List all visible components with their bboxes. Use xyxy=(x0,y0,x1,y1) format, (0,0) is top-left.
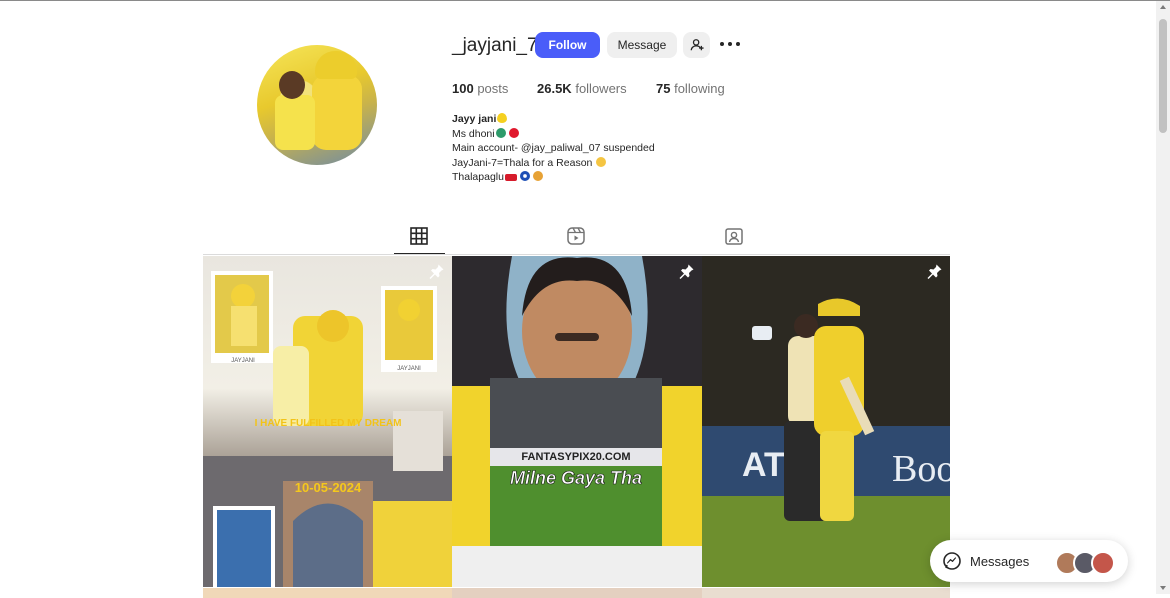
post-tile-6[interactable] xyxy=(702,588,950,598)
tab-reels[interactable] xyxy=(567,227,587,247)
avatar-figure-left xyxy=(275,95,315,150)
profile-avatar[interactable] xyxy=(257,45,377,165)
add-user-icon xyxy=(690,39,704,51)
scroll-up-arrow-icon[interactable] xyxy=(1160,5,1166,9)
post-tile-2[interactable]: FANTASYPIX20.COM Milne Gaya Tha xyxy=(452,256,702,587)
follow-button[interactable]: Follow xyxy=(535,32,600,58)
page-scrollbar[interactable] xyxy=(1156,1,1170,594)
pin-icon xyxy=(679,264,694,279)
active-tab-indicator xyxy=(394,253,445,254)
followers-stat[interactable]: 26.5K followers xyxy=(537,81,627,96)
posts-label: posts xyxy=(477,81,509,96)
globe-icon xyxy=(495,127,506,138)
bio-line-4: Thalapaglu xyxy=(452,171,504,184)
bio-line-3: JayJani-7=Thala for a Reason xyxy=(452,156,593,169)
bio-line-1: Ms dhoni xyxy=(452,127,495,140)
avatar-head xyxy=(279,71,305,99)
post-3-board-text-2: Boo xyxy=(892,448,950,490)
nazar-icon xyxy=(519,171,530,182)
post-3-image: AT Boo xyxy=(702,256,950,587)
red-heart-icon xyxy=(508,127,519,138)
scroll-down-arrow-icon[interactable] xyxy=(1160,586,1166,590)
ticket-icon xyxy=(504,174,517,182)
post-2-image: FANTASYPIX20.COM Milne Gaya Tha xyxy=(452,256,702,546)
pin-icon xyxy=(429,264,444,279)
post-1-tag-right: JAYJANI xyxy=(397,366,421,372)
post-1-overlay-text: I HAVE FULFILLED MY DREAM xyxy=(255,418,402,429)
message-button[interactable]: Message xyxy=(607,32,677,58)
lion-icon xyxy=(532,171,543,182)
tagged-icon xyxy=(725,228,743,245)
avatar-figure-right xyxy=(312,75,362,150)
following-label: following xyxy=(674,81,725,96)
followers-count: 26.5K xyxy=(537,81,572,96)
post-3-board-text: AT xyxy=(742,446,785,484)
post-2-caption: Milne Gaya Tha xyxy=(510,468,642,488)
post-2-board-text: FANTASYPIX20.COM xyxy=(521,451,630,463)
scroll-thumb[interactable] xyxy=(1159,19,1167,133)
post-1-tag-left: JAYJANI xyxy=(231,358,255,364)
messenger-icon xyxy=(943,552,961,570)
messages-button[interactable]: Messages xyxy=(930,540,1128,582)
profile-username: _jayjani_7 xyxy=(452,35,538,56)
posts-stat: 100 posts xyxy=(452,81,508,96)
reels-icon xyxy=(567,227,585,245)
tab-tagged[interactable] xyxy=(725,227,745,247)
tab-posts[interactable] xyxy=(410,227,430,247)
tabs-divider xyxy=(203,254,950,255)
grid-icon xyxy=(410,227,428,245)
posts-count: 100 xyxy=(452,81,474,96)
post-tile-4[interactable] xyxy=(203,588,452,598)
messages-label: Messages xyxy=(970,553,1030,569)
following-count: 75 xyxy=(656,81,671,96)
post-tile-5[interactable] xyxy=(452,588,702,598)
message-avatars xyxy=(1055,551,1115,575)
more-options-icon[interactable] xyxy=(720,37,740,51)
post-tile-3[interactable]: AT Boo xyxy=(702,256,950,587)
post-1-image: I HAVE FULFILLED MY DREAM 10-05-2024 JAY… xyxy=(203,271,452,587)
yellow-heart-icon xyxy=(497,113,508,123)
smiling-face-icon xyxy=(596,156,607,167)
following-stat[interactable]: 75 following xyxy=(656,81,725,96)
bio-line-2: Main account- @jay_paliwal_07 suspended xyxy=(452,142,655,155)
followers-label: followers xyxy=(575,81,627,96)
avatar-helmet xyxy=(315,51,357,79)
bio-name: Jayy jani xyxy=(452,113,497,125)
post-1-date-text: 10-05-2024 xyxy=(295,480,362,495)
profile-bio: Jayy jani Ms dhoni Main account- @jay_pa… xyxy=(452,112,655,185)
pin-icon xyxy=(927,264,942,279)
suggest-user-button[interactable] xyxy=(683,32,710,58)
avatar xyxy=(1091,551,1115,575)
post-tile-1[interactable]: I HAVE FULFILLED MY DREAM 10-05-2024 JAY… xyxy=(203,256,452,587)
